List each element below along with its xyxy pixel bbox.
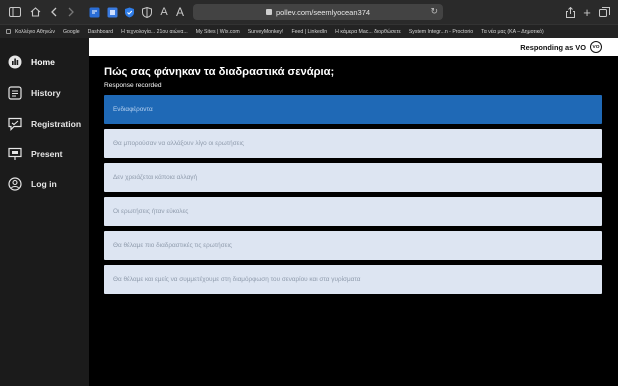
poll-option[interactable]: Θα μπορούσαν να αλλάξουν λίγο οι ερωτήσε… [104,129,602,158]
share-icon[interactable] [565,5,575,19]
extension-docs-icon[interactable] [106,5,118,19]
text-size-large-icon[interactable]: A [175,5,185,19]
bookmarks-bar: Κολλέγιο Αθηνών Google Dashboard Η τεχνο… [0,24,618,38]
sidebar-item-login[interactable]: Log in [0,169,89,199]
address-bar[interactable]: pollev.com/seemlyocean374 ↻ [193,4,443,20]
extension-screen-icon[interactable] [88,5,100,19]
history-list-icon [8,86,22,100]
option-label: Θα θέλαμε πιο διαδραστικές τις ερωτήσεις [113,242,233,249]
sidebar-item-home[interactable]: Home [0,47,89,77]
forward-icon[interactable] [66,5,76,19]
lock-icon [265,9,272,15]
poll-question: Πώς σας φάνηκαν τα διαδραστικά σενάρια; [104,66,335,78]
privacy-report-icon[interactable] [141,5,153,19]
bookmark-item[interactable]: Η κάμερα Mac... διορθώσετε [335,29,401,35]
bookmark-item[interactable]: Feed | LinkedIn [291,29,327,35]
home-icon[interactable] [29,5,41,19]
option-label: Θα θέλαμε και εμείς να συμμετέχουμε στη … [113,276,361,283]
sidebar-item-present[interactable]: Present [0,139,89,169]
sidebar-item-registration[interactable]: Registration [0,109,89,139]
dashboard-gauge-icon [8,55,22,69]
sidebar-item-label: Home [31,57,55,67]
poll-option[interactable]: Οι ερωτήσεις ήταν εύκολες [104,197,602,226]
sidebar-item-label: Log in [31,179,57,189]
sidebar-item-label: History [31,88,61,98]
responding-bar: Responding as VO VO [89,38,618,56]
bookmark-item[interactable]: Google [63,29,80,35]
option-label: Δεν χρειάζεται κάποια αλλαγή [113,174,198,181]
bookmark-item[interactable]: Η τεχνολογία... 21ου αιώνα... [121,29,188,35]
browser-toolbar: A A pollev.com/seemlyocean374 ↻ + [0,0,618,24]
sidebar-toggle-icon[interactable] [8,5,22,19]
poll-option[interactable]: Θα θέλαμε πιο διαδραστικές τις ερωτήσεις [104,231,602,260]
sidebar-item-label: Present [31,149,63,159]
poll-option[interactable]: Θα θέλαμε και εμείς να συμμετέχουμε στη … [104,265,602,294]
text-size-small-icon[interactable]: A [159,5,169,19]
folder-icon [6,29,11,34]
sidebar-item-history[interactable]: History [0,78,89,108]
sidebar-item-label: Registration [31,119,82,129]
presentation-screen-icon [8,147,22,161]
bookmark-item[interactable]: System Integr...n - Proctorio [409,29,473,35]
bookmark-item[interactable]: Τα νέα μας (ΚΑ – Δημοτικό) [481,29,544,35]
new-tab-icon[interactable]: + [582,5,592,20]
url-text: pollev.com/seemlyocean374 [275,7,371,17]
poll-option-selected[interactable]: Ενδιαφέροντα [104,95,602,124]
option-label: Ενδιαφέροντα [113,106,153,113]
back-icon[interactable] [49,5,59,19]
extension-shield-icon[interactable] [123,5,135,19]
responding-as-label: Responding as VO [520,43,586,52]
poll-option[interactable]: Δεν χρειάζεται κάποια αλλαγή [104,163,602,192]
bookmark-item[interactable]: Κολλέγιο Αθηνών [6,29,55,35]
avatar[interactable]: VO [590,41,602,53]
sidebar: Home History Registration Present Log in [0,38,89,386]
option-label: Οι ερωτήσεις ήταν εύκολες [113,208,189,215]
registration-chat-icon [8,117,22,131]
bookmark-item[interactable]: My Sites | Wix.com [196,29,240,35]
tab-overview-icon[interactable] [598,5,610,19]
bookmark-item[interactable]: Dashboard [88,29,113,35]
response-status: Response recorded [104,82,162,89]
reload-icon[interactable]: ↻ [430,6,438,17]
main-content: Responding as VO VO Πώς σας φάνηκαν τα δ… [89,38,618,386]
option-label: Θα μπορούσαν να αλλάξουν λίγο οι ερωτήσε… [113,140,244,147]
bookmark-item[interactable]: SurveyMonkey! [248,29,284,35]
user-circle-icon [8,177,22,191]
